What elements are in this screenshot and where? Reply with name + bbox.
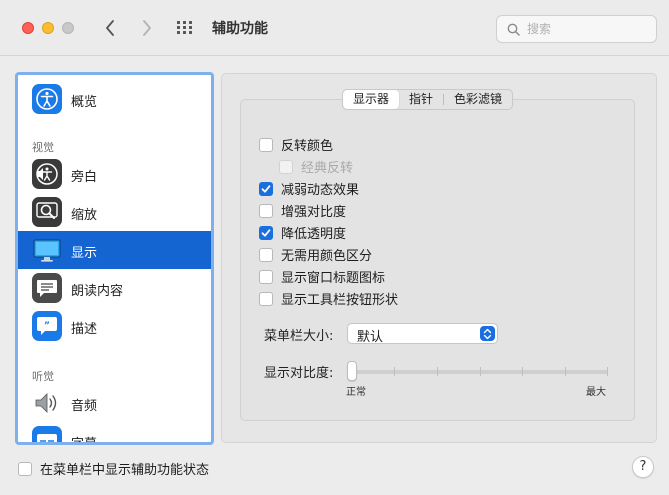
slider-tick	[394, 367, 395, 376]
tab-color-filters[interactable]: 色彩滤镜	[444, 90, 512, 109]
close-window-button[interactable]	[22, 22, 34, 34]
option-label: 减弱动态效果	[281, 183, 360, 198]
sidebar-item-overview[interactable]: 概览	[18, 80, 211, 118]
sidebar-item-display[interactable]: 显示	[18, 231, 211, 269]
slider-tick	[607, 367, 608, 376]
show-all-button[interactable]	[176, 20, 196, 36]
sidebar-item-label: 朗读内容	[71, 284, 124, 299]
show-status-checkbox[interactable]	[18, 461, 32, 476]
zoom-window-button[interactable]	[62, 22, 74, 34]
invert-colors-checkbox[interactable]	[259, 137, 273, 152]
minimize-window-button[interactable]	[42, 22, 54, 34]
tab-pointer[interactable]: 指针	[399, 90, 443, 109]
show-status-option[interactable]: 在菜单栏中显示辅助功能状态	[18, 459, 209, 478]
classic-invert-option: 经典反转	[279, 157, 353, 176]
display-icon	[32, 235, 62, 265]
reduce-transparency-option[interactable]: 降低透明度	[259, 223, 346, 242]
contrast-slider-thumb[interactable]	[347, 361, 357, 381]
sidebar-item-label: 概览	[71, 95, 98, 110]
tab-display[interactable]: 显示器	[343, 90, 400, 109]
title-bar: 辅助功能	[0, 0, 669, 56]
option-label: 增强对比度	[281, 205, 347, 220]
tab-bar: 显示器 指针 色彩滤镜	[342, 89, 514, 110]
checkmark-icon	[261, 184, 271, 193]
increase-contrast-option[interactable]: 增强对比度	[259, 201, 346, 220]
slider-tick	[522, 367, 523, 376]
sidebar-item-zoom[interactable]: 缩放	[18, 193, 211, 231]
search-icon	[507, 23, 520, 36]
increase-contrast-checkbox[interactable]	[259, 203, 273, 218]
sidebar-item-label: 缩放	[71, 208, 98, 223]
spoken-content-icon	[32, 273, 62, 303]
sidebar-section-hearing: 听觉	[32, 370, 54, 383]
zoom-icon	[32, 197, 62, 227]
invert-colors-option[interactable]: 反转颜色	[259, 135, 333, 154]
reduce-motion-checkbox[interactable]	[259, 181, 273, 196]
svg-text:”: ”	[44, 321, 50, 331]
slider-tick	[480, 367, 481, 376]
help-button[interactable]: ?	[632, 456, 654, 478]
show-toolbar-button-shapes-checkbox[interactable]	[259, 291, 273, 306]
menubar-size-label: 菜单栏大小:	[264, 329, 334, 344]
option-label: 反转颜色	[281, 139, 334, 154]
sidebar-item-descriptions[interactable]: ” 描述	[18, 307, 211, 345]
show-window-title-icons-option[interactable]: 显示窗口标题图标	[259, 267, 385, 286]
window-title: 辅助功能	[212, 21, 268, 37]
menubar-size-value: 默认	[357, 330, 384, 345]
option-label: 无需用颜色区分	[281, 249, 373, 264]
option-label: 降低透明度	[281, 227, 347, 242]
slider-tick	[565, 367, 566, 376]
sidebar-item-spoken-content[interactable]: 朗读内容	[18, 269, 211, 307]
option-label: 显示窗口标题图标	[281, 271, 386, 286]
contrast-label: 显示对比度:	[264, 366, 334, 381]
chevron-left-icon	[106, 20, 114, 36]
back-button[interactable]	[99, 17, 121, 39]
differentiate-without-color-checkbox[interactable]	[259, 247, 273, 262]
sidebar-item-label: 字幕	[71, 437, 98, 445]
sidebar-item-label: 音频	[71, 399, 98, 414]
slider-tick	[437, 367, 438, 376]
sidebar-item-label: 显示	[71, 246, 98, 261]
option-label: 经典反转	[301, 161, 354, 176]
show-status-label: 在菜单栏中显示辅助功能状态	[40, 463, 210, 478]
forward-button[interactable]	[136, 17, 158, 39]
search-input[interactable]	[527, 20, 651, 38]
checkmark-icon	[261, 228, 271, 237]
descriptions-icon: ”	[32, 311, 62, 341]
show-window-title-icons-checkbox[interactable]	[259, 269, 273, 284]
search-field[interactable]	[496, 15, 657, 43]
captions-icon	[32, 426, 62, 442]
audio-icon	[32, 388, 62, 418]
preferences-window: 辅助功能 概览 视觉 旁白 缩放	[0, 0, 669, 495]
menubar-size-popup[interactable]: 默认	[347, 323, 498, 345]
popup-arrows-icon	[480, 326, 495, 341]
chevron-right-icon	[143, 20, 151, 36]
contrast-min-label: 正常	[346, 387, 366, 398]
sidebar-section-vision: 视觉	[32, 141, 54, 154]
show-toolbar-button-shapes-option[interactable]: 显示工具栏按钮形状	[259, 289, 398, 308]
sidebar-item-audio[interactable]: 音频	[18, 384, 211, 422]
contrast-max-label: 最大	[586, 387, 606, 398]
reduce-motion-option[interactable]: 减弱动态效果	[259, 179, 359, 198]
differentiate-without-color-option[interactable]: 无需用颜色区分	[259, 245, 372, 264]
accessibility-icon	[32, 84, 62, 114]
classic-invert-checkbox	[279, 159, 293, 174]
sidebar-item-captions[interactable]: 字幕	[18, 422, 211, 445]
sidebar[interactable]: 概览 视觉 旁白 缩放 显示 朗读内容 ” 描述 听觉 音频 字幕	[15, 72, 214, 445]
voiceover-icon	[32, 159, 62, 189]
option-label: 显示工具栏按钮形状	[281, 293, 399, 308]
sidebar-item-voiceover[interactable]: 旁白	[18, 155, 211, 193]
reduce-transparency-checkbox[interactable]	[259, 225, 273, 240]
sidebar-item-label: 旁白	[71, 170, 98, 185]
sidebar-item-label: 描述	[71, 322, 98, 337]
